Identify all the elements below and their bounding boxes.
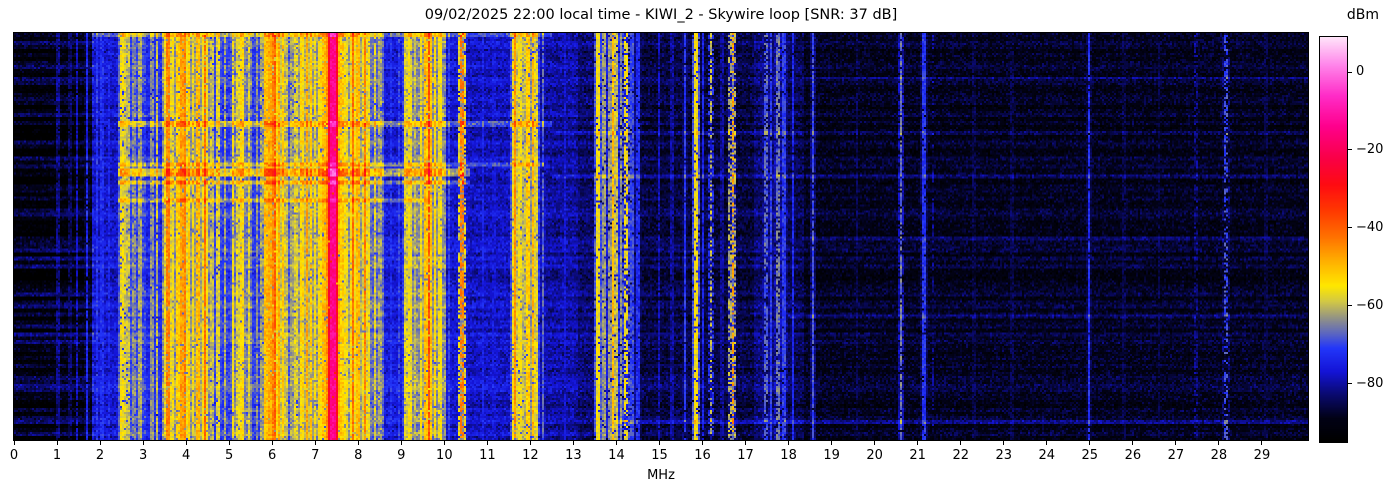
x-tick-mark bbox=[702, 441, 704, 445]
colorbar-tick-mark bbox=[1348, 227, 1352, 229]
x-tick-mark bbox=[960, 441, 962, 445]
x-tick-label: 3 bbox=[138, 448, 148, 463]
x-tick-label: 1 bbox=[52, 448, 62, 463]
x-tick-label: 13 bbox=[565, 448, 582, 463]
waterfall-plot-frame bbox=[13, 32, 1309, 441]
x-tick-mark bbox=[185, 441, 187, 445]
x-tick-mark bbox=[658, 441, 660, 445]
x-tick-label: 23 bbox=[995, 448, 1013, 463]
x-tick-mark bbox=[99, 441, 101, 445]
x-tick-label: 4 bbox=[181, 448, 191, 463]
x-tick-mark bbox=[917, 441, 919, 445]
x-tick-mark bbox=[13, 441, 15, 445]
x-tick-label: 26 bbox=[1124, 448, 1142, 463]
x-tick-label: 29 bbox=[1253, 448, 1271, 463]
x-tick-mark bbox=[1089, 441, 1091, 445]
x-tick-label: 22 bbox=[952, 448, 969, 463]
x-tick-mark bbox=[1261, 441, 1263, 445]
x-tick-label: 8 bbox=[354, 448, 363, 463]
colorbar-tick-label: −20 bbox=[1356, 141, 1384, 157]
x-tick-mark bbox=[874, 441, 876, 445]
x-tick-label: 10 bbox=[436, 448, 453, 463]
x-tick-mark bbox=[314, 441, 316, 445]
x-tick-label: 18 bbox=[780, 448, 797, 463]
colorbar-frame bbox=[1319, 36, 1348, 443]
x-tick-mark bbox=[357, 441, 359, 445]
x-tick-mark bbox=[1218, 441, 1220, 445]
x-tick-label: 12 bbox=[522, 448, 539, 463]
x-tick-mark bbox=[615, 441, 617, 445]
colorbar-tick-mark bbox=[1348, 149, 1352, 151]
x-tick-label: 21 bbox=[909, 448, 926, 463]
colorbar-tick-mark bbox=[1348, 71, 1352, 73]
x-tick-label: 7 bbox=[311, 448, 320, 463]
x-tick-mark bbox=[400, 441, 402, 445]
colorbar-gradient bbox=[1320, 37, 1347, 442]
x-tick-label: 24 bbox=[1038, 448, 1056, 463]
x-tick-label: 20 bbox=[866, 448, 883, 463]
x-tick-label: 9 bbox=[397, 448, 406, 463]
x-tick-mark bbox=[831, 441, 833, 445]
x-tick-label: 25 bbox=[1081, 448, 1099, 463]
spectrogram-page: 09/02/2025 22:00 local time - KIWI_2 - S… bbox=[0, 0, 1400, 500]
x-tick-label: 5 bbox=[225, 448, 234, 463]
x-tick-mark bbox=[1132, 441, 1134, 445]
x-tick-label: 6 bbox=[268, 448, 277, 463]
x-tick-label: 19 bbox=[823, 448, 840, 463]
x-tick-mark bbox=[1046, 441, 1048, 445]
x-tick-mark bbox=[56, 441, 58, 445]
colorbar-tick-label: −40 bbox=[1356, 219, 1384, 235]
x-tick-mark bbox=[572, 441, 574, 445]
x-tick-mark bbox=[788, 441, 790, 445]
x-axis-unit-label: MHz bbox=[647, 468, 675, 483]
x-tick-label: 28 bbox=[1210, 448, 1228, 463]
colorbar-tick-label: −80 bbox=[1356, 375, 1384, 391]
chart-title: 09/02/2025 22:00 local time - KIWI_2 - S… bbox=[424, 7, 898, 23]
x-tick-mark bbox=[443, 441, 445, 445]
x-tick-label: 2 bbox=[95, 448, 105, 463]
waterfall-canvas bbox=[14, 33, 1308, 440]
colorbar-unit-label: dBm bbox=[1346, 7, 1380, 23]
x-tick-mark bbox=[486, 441, 488, 445]
x-tick-label: 14 bbox=[608, 448, 625, 463]
x-tick-mark bbox=[745, 441, 747, 445]
x-tick-mark bbox=[142, 441, 144, 445]
x-tick-label: 17 bbox=[737, 448, 754, 463]
x-tick-mark bbox=[1175, 441, 1177, 445]
colorbar-tick-mark bbox=[1348, 305, 1352, 307]
colorbar-tick-mark bbox=[1348, 383, 1352, 385]
x-tick-label: 11 bbox=[479, 448, 496, 463]
x-tick-label: 27 bbox=[1167, 448, 1185, 463]
x-tick-mark bbox=[529, 441, 531, 445]
x-tick-label: 15 bbox=[651, 448, 668, 463]
x-tick-label: 0 bbox=[9, 448, 19, 463]
colorbar-tick-label: −60 bbox=[1356, 297, 1384, 313]
x-tick-mark bbox=[228, 441, 230, 445]
x-tick-mark bbox=[271, 441, 273, 445]
colorbar-tick-label: 0 bbox=[1356, 64, 1365, 80]
x-tick-mark bbox=[1003, 441, 1005, 445]
x-tick-label: 16 bbox=[694, 448, 711, 463]
